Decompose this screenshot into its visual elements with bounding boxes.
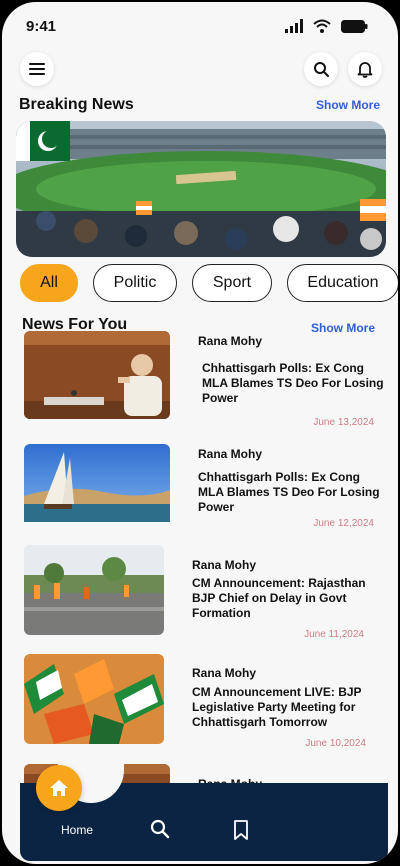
news-image bbox=[24, 444, 170, 522]
status-icons bbox=[285, 19, 368, 33]
news-date: June 13,2024 bbox=[313, 417, 374, 428]
breaking-news-hero-image[interactable] bbox=[16, 121, 386, 257]
news-date: June 10,2024 bbox=[305, 738, 366, 749]
category-chips: All Politic Sport Education bbox=[20, 264, 398, 304]
search-icon bbox=[314, 62, 329, 77]
bell-icon bbox=[357, 61, 373, 78]
notifications-button[interactable] bbox=[348, 52, 382, 86]
news-date: June 11,2024 bbox=[304, 629, 364, 640]
nav-home-label[interactable]: Home bbox=[61, 823, 93, 837]
news-thumbnail bbox=[24, 545, 164, 635]
news-author: Rana Mohy bbox=[192, 666, 257, 680]
phone-screen: 9:41 Breaking News Show More All Politic… bbox=[2, 2, 398, 864]
category-chip-all[interactable]: All bbox=[20, 264, 78, 302]
status-time: 9:41 bbox=[26, 18, 57, 35]
news-author: Rana Mohy bbox=[192, 558, 257, 572]
news-image bbox=[24, 654, 164, 744]
signal-icon bbox=[285, 19, 303, 33]
battery-icon bbox=[341, 19, 368, 33]
news-item[interactable]: Rana Mohy Chhattisgarh Polls: Ex Cong ML… bbox=[24, 331, 384, 428]
nav-home-button[interactable] bbox=[36, 765, 82, 811]
news-image bbox=[24, 331, 170, 419]
news-item[interactable]: Rana Mohy CM Announcement: Rajasthan BJP… bbox=[24, 545, 374, 640]
category-chip-politic[interactable]: Politic bbox=[93, 264, 177, 302]
wifi-icon bbox=[313, 19, 331, 33]
search-button[interactable] bbox=[304, 52, 338, 86]
news-author: Rana Mohy bbox=[198, 334, 263, 348]
home-icon bbox=[50, 780, 68, 796]
news-headline: Chhattisgarh Polls: Ex Cong MLA Blames T… bbox=[202, 361, 384, 405]
news-item[interactable]: Rana Mohy Chhattisgarh Polls: Ex Cong ML… bbox=[24, 444, 380, 536]
menu-icon bbox=[29, 63, 45, 75]
news-thumbnail bbox=[24, 331, 170, 419]
news-image bbox=[24, 545, 164, 635]
breaking-news-title: Breaking News bbox=[19, 96, 134, 113]
search-icon[interactable] bbox=[150, 819, 170, 839]
status-bar: 9:41 bbox=[2, 2, 398, 48]
menu-button[interactable] bbox=[20, 52, 54, 86]
bookmark-icon[interactable] bbox=[233, 820, 249, 840]
category-chip-sport[interactable]: Sport bbox=[192, 264, 272, 302]
news-headline: CM Announcement: Rajasthan BJP Chief on … bbox=[192, 576, 366, 620]
stadium-image bbox=[16, 121, 386, 257]
news-thumbnail bbox=[24, 444, 170, 532]
category-chip-education[interactable]: Education bbox=[287, 264, 398, 302]
news-author: Rana Mohy bbox=[198, 447, 263, 461]
news-date: June 12,2024 bbox=[313, 518, 374, 529]
news-item[interactable]: Rana Mohy CM Announcement LIVE: BJP Legi… bbox=[24, 654, 374, 749]
news-thumbnail bbox=[24, 654, 164, 744]
breaking-show-more-link[interactable]: Show More bbox=[316, 98, 380, 112]
news-headline: Chhattisgarh Polls: Ex Cong MLA Blames T… bbox=[198, 470, 380, 514]
news-headline: CM Announcement LIVE: BJP Legislative Pa… bbox=[192, 685, 362, 729]
